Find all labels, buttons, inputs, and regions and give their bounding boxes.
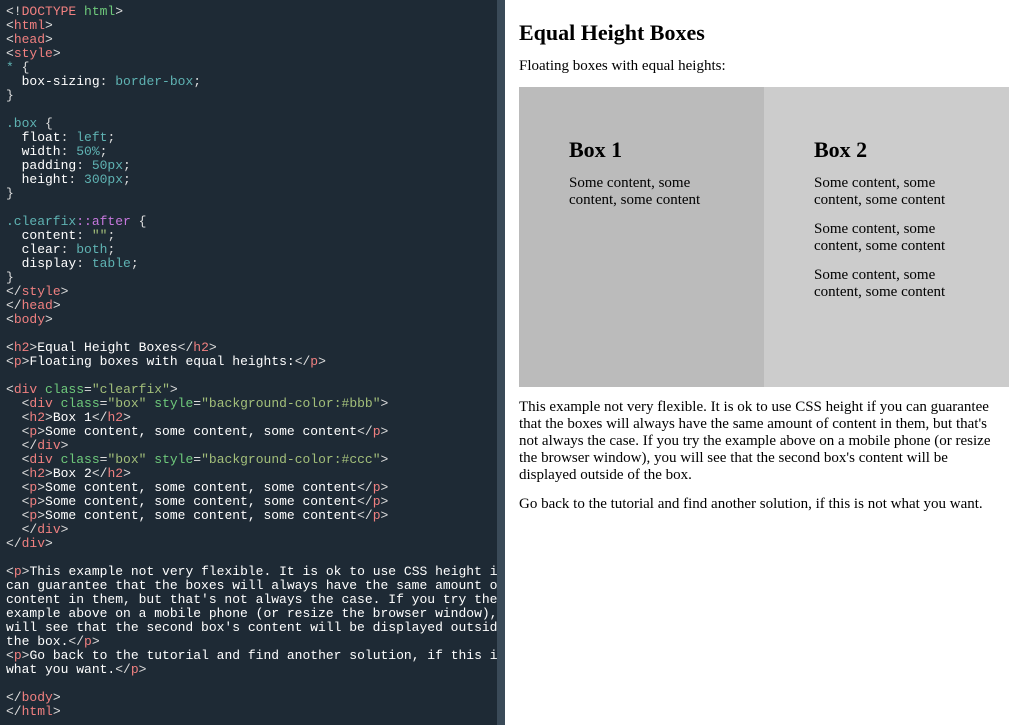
box-1: Box 1 Some content, some content, some c… <box>519 87 764 387</box>
preview-pane: Equal Height Boxes Floating boxes with e… <box>505 0 1023 725</box>
box-2-content: Some content, some content, some content <box>814 221 959 255</box>
box-2: Box 2 Some content, some content, some c… <box>764 87 1009 387</box>
box-2-title: Box 2 <box>814 137 959 163</box>
scrollbar[interactable] <box>497 0 505 725</box>
page-title: Equal Height Boxes <box>519 20 1009 46</box>
box-2-content: Some content, some content, some content <box>814 175 959 209</box>
box-2-content: Some content, some content, some content <box>814 267 959 301</box>
code-editor[interactable]: <!DOCTYPE html><html><head><style>* { bo… <box>0 0 505 725</box>
box-container: Box 1 Some content, some content, some c… <box>519 87 1009 387</box>
note-paragraph-1: This example not very flexible. It is ok… <box>519 399 1009 484</box>
intro-text: Floating boxes with equal heights: <box>519 58 1009 75</box>
box-1-title: Box 1 <box>569 137 714 163</box>
note-paragraph-2: Go back to the tutorial and find another… <box>519 496 1009 513</box>
box-1-content: Some content, some content, some content <box>569 175 714 209</box>
